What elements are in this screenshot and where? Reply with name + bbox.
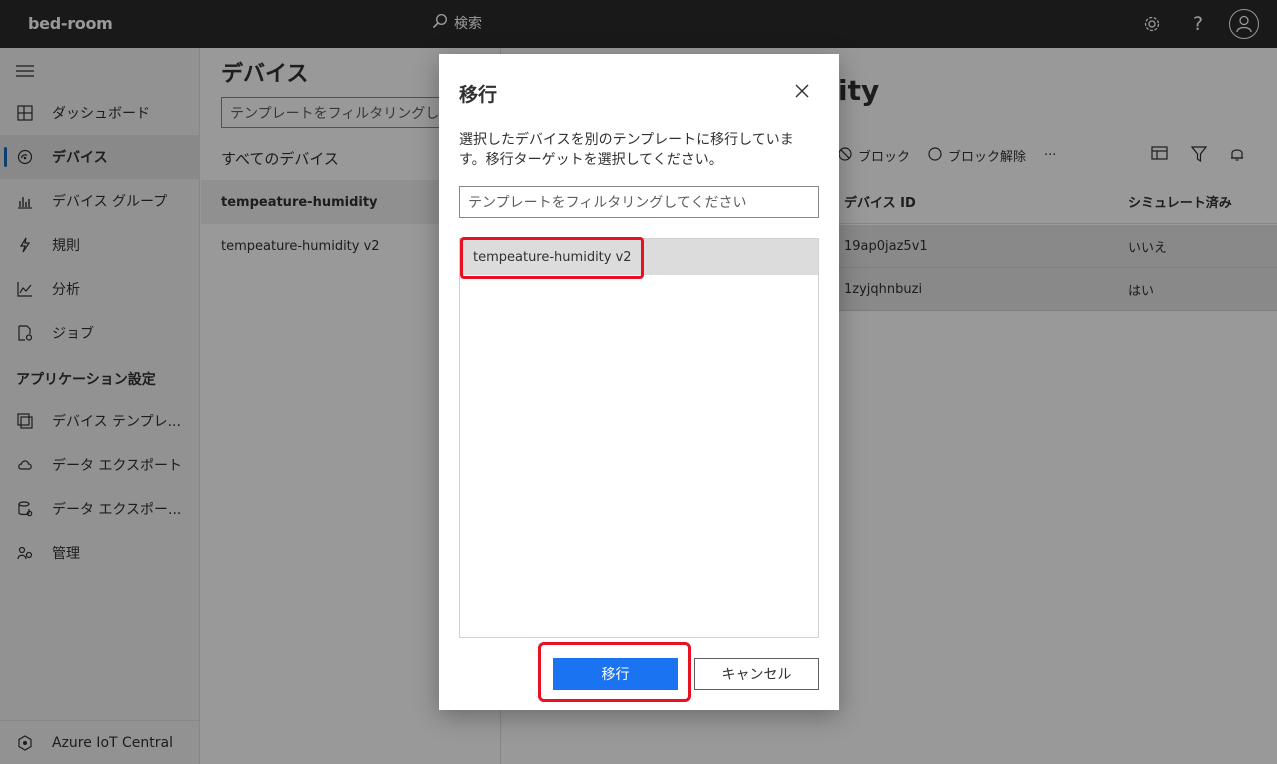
dialog-title: 移行 bbox=[459, 84, 498, 106]
selection-highlight-frame bbox=[460, 237, 644, 279]
template-target-list: tempeature-humidity v2 bbox=[459, 237, 819, 638]
dialog-template-filter-input[interactable]: テンプレートをフィルタリングしてください bbox=[459, 186, 819, 218]
migrate-dialog: 移行 選択したデバイスを別のテンプレートに移行していま す。移行ターゲットを選択… bbox=[439, 54, 839, 710]
cancel-button[interactable]: キャンセル bbox=[694, 658, 819, 690]
dialog-description: 選択したデバイスを別のテンプレートに移行していま す。移行ターゲットを選択してく… bbox=[459, 132, 794, 168]
migrate-button[interactable]: 移行 bbox=[553, 658, 678, 690]
close-icon[interactable] bbox=[793, 82, 811, 100]
